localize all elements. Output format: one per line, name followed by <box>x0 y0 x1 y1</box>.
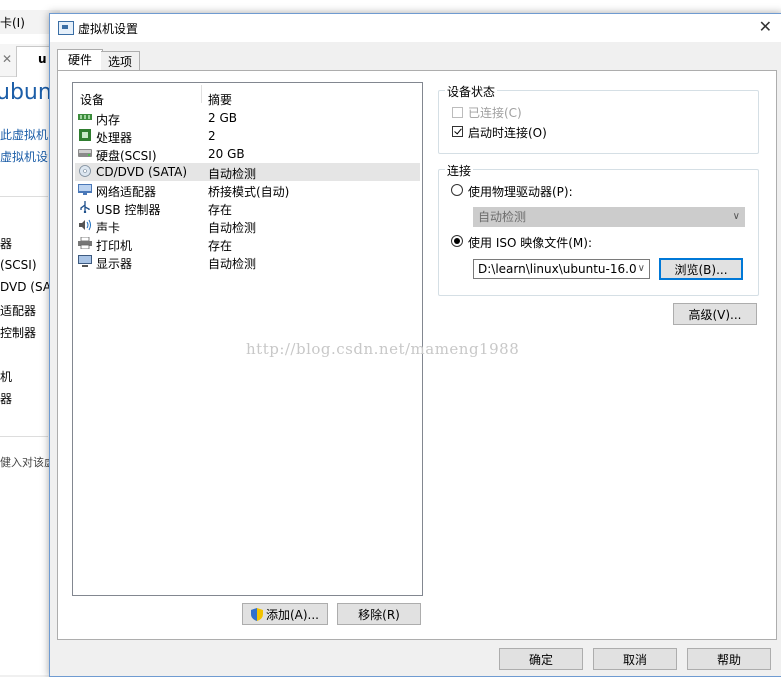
hard-disk-icon <box>78 149 92 157</box>
column-header-summary[interactable]: 摘要 <box>208 91 232 108</box>
help-button[interactable]: 帮助 <box>687 648 771 670</box>
device-list[interactable]: 设备 摘要 内存 2 GB 处理器 2 硬盘(SCSI) 20 GB CD/DV… <box>72 82 423 596</box>
background-tab-label: u <box>38 52 47 66</box>
device-status-title: 设备状态 <box>445 83 498 100</box>
add-button-label: 添加(A)... <box>265 608 320 622</box>
connect-at-power-on-checkbox[interactable] <box>452 126 463 137</box>
device-summary: 存在 <box>208 239 233 253</box>
connect-at-power-on-label: 启动时连接(O) <box>468 126 547 140</box>
watermark-text: http://blog.csdn.net/mameng1988 <box>246 340 520 358</box>
device-row-processor[interactable]: 处理器 2 <box>75 127 420 145</box>
display-icon <box>78 255 92 267</box>
device-name: USB 控制器 <box>96 203 161 217</box>
cancel-button[interactable]: 取消 <box>593 648 677 670</box>
use-iso-image-radio[interactable] <box>451 235 463 247</box>
device-name: 声卡 <box>96 221 121 235</box>
column-header-device[interactable]: 设备 <box>80 91 104 108</box>
cd-dvd-icon <box>79 165 91 177</box>
chevron-down-icon: ∨ <box>732 211 740 222</box>
usb-icon <box>80 201 90 213</box>
remove-hardware-button[interactable]: 移除(R) <box>337 603 421 625</box>
connection-title: 连接 <box>445 162 474 179</box>
iso-path-value: D:\learn\linux\ubuntu-16.04 <box>478 262 645 276</box>
advanced-button[interactable]: 高级(V)... <box>673 303 757 325</box>
device-row-usb-controller[interactable]: USB 控制器 存在 <box>75 199 420 217</box>
device-name: 显示器 <box>96 257 133 271</box>
ok-button[interactable]: 确定 <box>499 648 583 670</box>
background-divider <box>0 196 48 197</box>
device-summary: 2 GB <box>208 111 237 125</box>
dialog-title: 虚拟机设置 <box>78 22 139 36</box>
use-physical-drive-radio[interactable] <box>451 184 463 196</box>
memory-icon <box>78 114 92 120</box>
close-icon[interactable]: ✕ <box>759 17 772 36</box>
background-device-item: 适配器 <box>0 304 37 318</box>
device-row-network-adapter[interactable]: 网络适配器 桥接模式(自动) <box>75 181 420 199</box>
device-row-memory[interactable]: 内存 2 GB <box>75 109 420 127</box>
browse-button[interactable]: 浏览(B)... <box>659 258 743 280</box>
processor-icon <box>79 129 91 141</box>
tab-hardware[interactable]: 硬件 <box>57 49 103 71</box>
background-device-item: 器 <box>0 392 13 406</box>
physical-drive-select[interactable]: 自动检测 ∨ <box>473 207 745 227</box>
use-physical-drive-label: 使用物理驱动器(P): <box>468 185 573 199</box>
add-hardware-button[interactable]: 添加(A)... <box>242 603 328 625</box>
background-device-item: 机 <box>0 370 13 384</box>
background-link-edit-settings[interactable]: 虚拟机设 <box>0 148 48 165</box>
background-description-hint: 健入对该虚 <box>0 456 55 469</box>
chevron-down-icon: ∨ <box>635 260 645 278</box>
device-row-sound-card[interactable]: 声卡 自动检测 <box>75 217 420 235</box>
device-name: 网络适配器 <box>96 185 157 199</box>
dialog-titlebar: 虚拟机设置 ✕ <box>50 14 781 42</box>
background-device-item: 控制器 <box>0 326 37 340</box>
device-name: 内存 <box>96 113 121 127</box>
device-name: 处理器 <box>96 131 133 145</box>
device-summary: 桥接模式(自动) <box>208 185 290 199</box>
device-row-hard-disk[interactable]: 硬盘(SCSI) 20 GB <box>75 145 420 163</box>
background-menu-item[interactable]: 卡(I) <box>0 14 25 31</box>
vm-settings-icon <box>58 21 74 35</box>
device-row-cd-dvd[interactable]: CD/DVD (SATA) 自动检测 <box>75 163 420 181</box>
iso-path-combobox[interactable]: D:\learn\linux\ubuntu-16.04 ∨ <box>473 259 650 279</box>
device-row-display[interactable]: 显示器 自动检测 <box>75 253 420 271</box>
device-summary: 存在 <box>208 203 233 217</box>
background-link-power-on[interactable]: 此虚拟机 <box>0 126 48 143</box>
vm-settings-dialog: 虚拟机设置 ✕ 硬件 选项 设备 摘要 内存 2 GB 处理器 2 硬盘(SCS… <box>49 13 781 677</box>
background-tab-close-icon[interactable]: ✕ <box>2 52 12 66</box>
connected-label: 已连接(C) <box>468 106 522 120</box>
device-summary: 自动检测 <box>208 221 257 235</box>
device-summary: 自动检测 <box>208 257 257 271</box>
connected-checkbox[interactable] <box>452 107 463 118</box>
printer-icon <box>78 237 92 249</box>
background-device-item: 器 <box>0 237 13 251</box>
shield-icon <box>250 608 263 621</box>
device-summary: 自动检测 <box>208 167 257 181</box>
device-name: 打印机 <box>96 239 133 253</box>
sound-card-icon <box>79 219 91 231</box>
device-summary: 20 GB <box>208 147 245 161</box>
column-separator[interactable] <box>201 85 202 103</box>
device-row-printer[interactable]: 打印机 存在 <box>75 235 420 253</box>
background-divider <box>0 436 48 437</box>
device-name: CD/DVD (SATA) <box>96 165 188 179</box>
background-device-item: (SCSI) <box>0 258 37 272</box>
physical-drive-value: 自动检测 <box>478 210 527 224</box>
device-summary: 2 <box>208 129 216 143</box>
device-name: 硬盘(SCSI) <box>96 149 157 163</box>
network-adapter-icon <box>78 184 92 195</box>
use-iso-image-label: 使用 ISO 映像文件(M): <box>468 236 592 250</box>
